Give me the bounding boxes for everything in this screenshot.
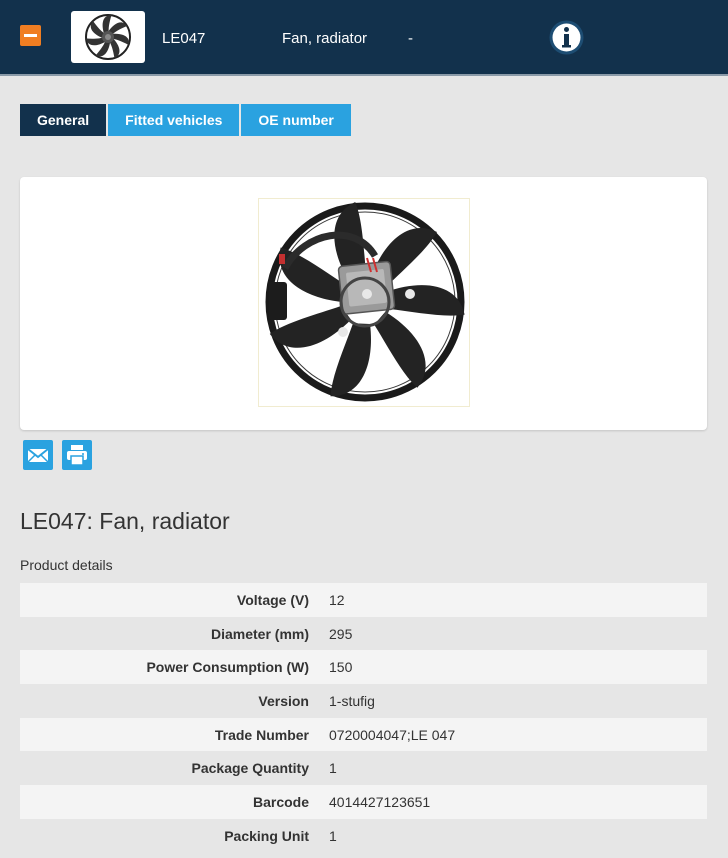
detail-value: 0720004047;LE 047 [329, 726, 456, 743]
product-details-table: Voltage (V) 12 Diameter (mm) 295 Power Consu… [20, 583, 707, 853]
detail-key: Trade Number [214, 726, 309, 743]
header-product-code: LE047 [162, 30, 206, 47]
detail-row: Version 1-stufig [20, 684, 707, 718]
detail-key: Packing Unit [224, 827, 309, 844]
tab-general[interactable]: General [20, 104, 107, 136]
detail-row: Voltage (V) 12 [20, 583, 707, 617]
tab-oe-number[interactable]: OE number [241, 104, 351, 136]
detail-row: Power Consumption (W) 150 [20, 650, 707, 685]
product-details-label: Product details [20, 557, 113, 573]
detail-row: Package Quantity 1 [20, 751, 707, 785]
radiator-fan-image [265, 202, 465, 402]
detail-key: Voltage (V) [236, 591, 309, 608]
app-header: LE047 Fan, radiator - [0, 0, 728, 76]
detail-value: 4014427123651 [329, 793, 431, 810]
detail-key: Package Quantity [191, 760, 310, 777]
detail-row: Trade Number 0720004047;LE 047 [20, 717, 707, 752]
detail-value: 150 [329, 659, 353, 676]
detail-row: Packing Unit 1 [20, 819, 707, 853]
detail-value: 1-stufig [329, 692, 375, 709]
detail-key: Barcode [252, 793, 309, 810]
tab-fitted-vehicles[interactable]: Fitted vehicles [108, 104, 240, 136]
detail-key: Version [258, 692, 309, 709]
detail-key: Diameter (mm) [210, 625, 309, 642]
product-title: LE047: Fan, radiator [20, 508, 230, 534]
detail-key: Power Consumption (W) [146, 659, 309, 676]
info-icon[interactable] [549, 20, 584, 55]
header-extra: - [408, 30, 413, 47]
product-image[interactable] [258, 198, 470, 407]
product-thumbnail[interactable] [71, 11, 145, 63]
fan-icon [85, 14, 131, 60]
detail-value: 295 [329, 625, 353, 642]
tab-bar: General Fitted vehicles OE number [20, 104, 353, 136]
detail-value: 1 [329, 760, 337, 777]
collapse-icon[interactable] [20, 25, 41, 46]
print-button[interactable] [62, 440, 92, 470]
print-icon [67, 445, 87, 465]
header-product-description: Fan, radiator [282, 30, 368, 47]
mail-icon [27, 448, 49, 463]
detail-value: 12 [329, 591, 345, 608]
detail-row: Diameter (mm) 295 [20, 617, 707, 651]
detail-row: Barcode 4014427123651 [20, 785, 707, 819]
product-image-card [20, 177, 707, 430]
detail-value: 1 [329, 827, 337, 844]
email-button[interactable] [23, 440, 53, 470]
